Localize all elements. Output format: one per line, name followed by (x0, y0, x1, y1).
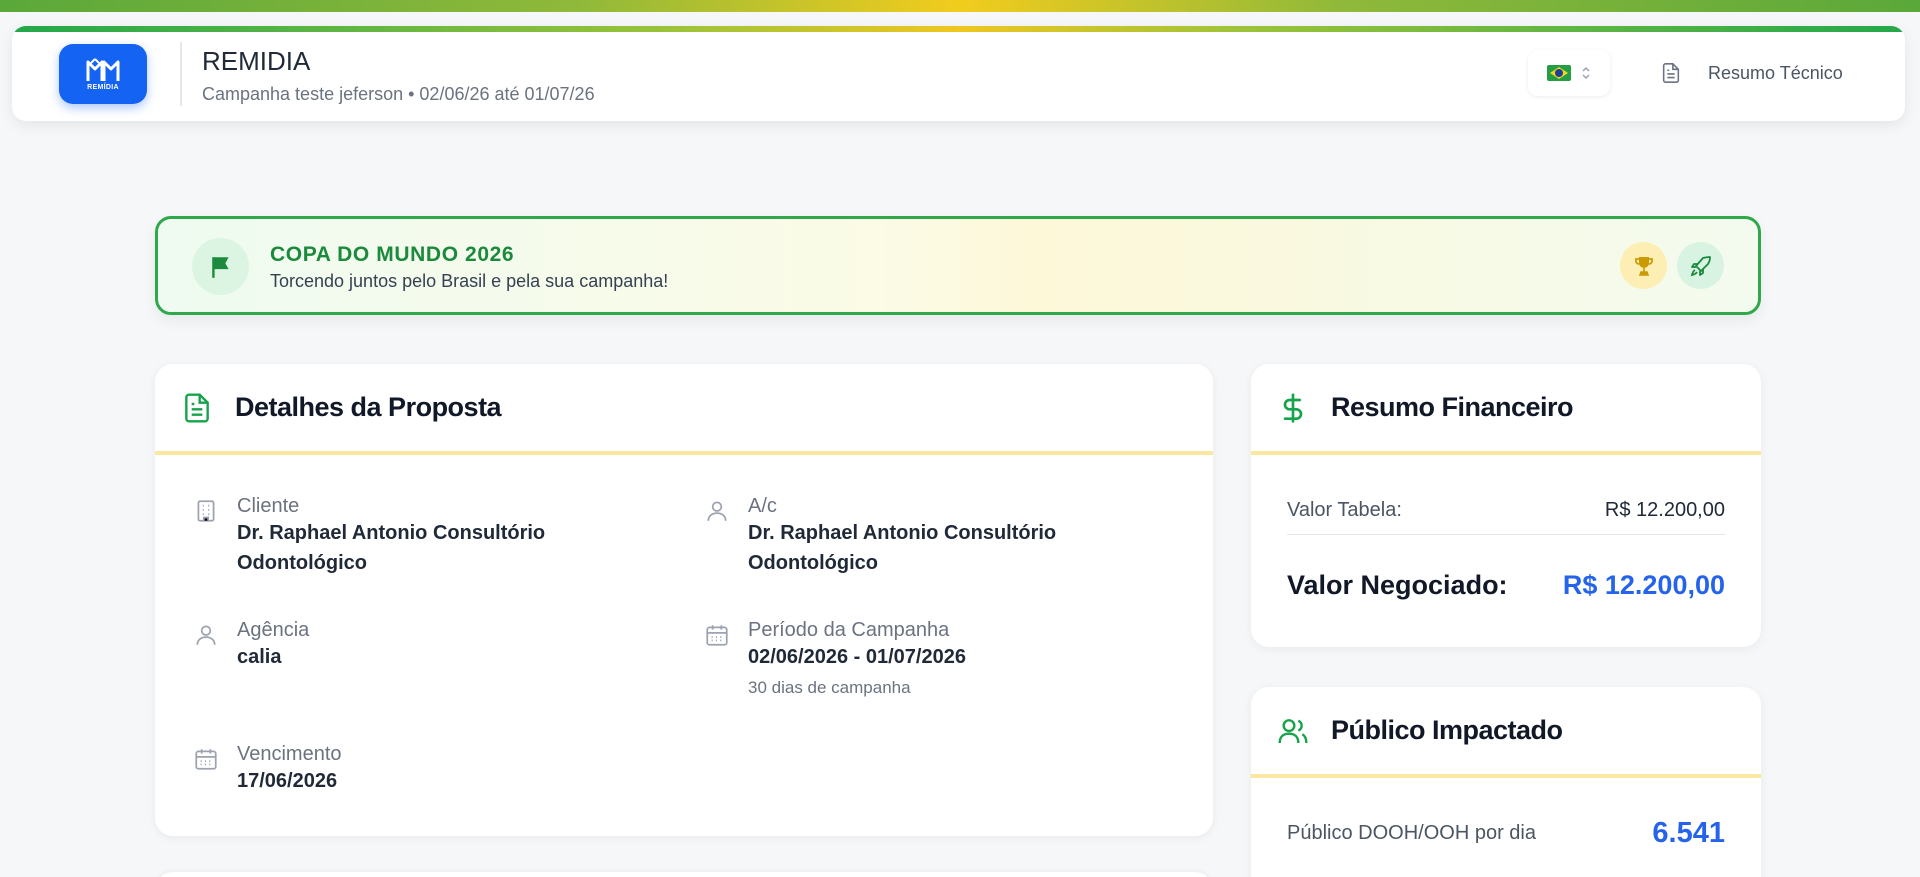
dooh-value: 6.541 (1652, 817, 1725, 849)
vencimento-label: Vencimento (237, 743, 342, 765)
valor-negociado-label: Valor Negociado: (1287, 570, 1508, 600)
dooh-row: Público DOOH/OOH por dia 6.541 (1287, 817, 1725, 850)
ac-value-line1: Dr. Raphael Antonio Consultório (748, 522, 1057, 544)
agencia-label: Agência (237, 619, 310, 641)
financial-title: Resumo Financeiro (1331, 392, 1574, 422)
logo-arrows-icon (86, 58, 120, 81)
audience-card: Público Impactado Público DOOH/OOH por d… (1251, 687, 1761, 877)
periodo-label: Período da Campanha (748, 619, 950, 641)
logo-text: REMÍDIA (87, 84, 119, 91)
rocket-icon (1690, 255, 1711, 276)
field-agencia: Agência calia (193, 618, 309, 672)
building-icon (197, 500, 215, 522)
language-select[interactable] (1528, 50, 1610, 96)
chevron-up-down-icon (1582, 66, 1590, 80)
page-title: REMIDIA (202, 46, 311, 76)
field-ac: A/c Dr. Raphael Antonio Consultório Odon… (704, 494, 1056, 578)
flag-icon (211, 256, 229, 278)
app-header: REMÍDIA REMIDIA Campanha teste jeferson … (12, 26, 1905, 121)
details-title: Detalhes da Proposta (235, 392, 502, 422)
cliente-label: Cliente (237, 495, 300, 517)
app-logo[interactable]: REMÍDIA (59, 44, 147, 104)
valor-negociado-value: R$ 12.200,00 (1562, 570, 1725, 600)
field-periodo: Período da Campanha 02/06/2026 - 01/07/2… (704, 618, 966, 698)
cliente-value-line2: Odontológico (237, 552, 367, 574)
copa-banner: COPA DO MUNDO 2026 Torcendo juntos pelo … (155, 216, 1761, 315)
field-vencimento: Vencimento 17/06/2026 (193, 742, 342, 796)
agencia-value: calia (237, 646, 282, 668)
banner-subtitle: Torcendo juntos pelo Brasil e pela sua c… (270, 271, 669, 291)
vencimento-value: 17/06/2026 (237, 770, 338, 792)
calendar-icon (195, 749, 217, 770)
next-card-edge (155, 872, 1213, 877)
resumo-tecnico-button[interactable]: Resumo Técnico (1642, 48, 1882, 98)
user-icon (707, 501, 727, 521)
ac-label: A/c (748, 495, 777, 517)
ac-value-line2: Odontológico (748, 552, 878, 574)
valor-tabela-value: R$ 12.200,00 (1604, 499, 1725, 521)
calendar-icon (706, 625, 728, 646)
user-icon (196, 625, 216, 645)
document-text-icon (185, 392, 209, 423)
valor-tabela-label: Valor Tabela: (1287, 499, 1402, 521)
flag-icon-wrap (192, 238, 249, 295)
dollar-icon (1283, 392, 1303, 423)
financial-summary-card: Resumo Financeiro Valor Tabela: R$ 12.20… (1251, 364, 1761, 647)
financial-card-header: Resumo Financeiro (1251, 364, 1761, 455)
details-card-header: Detalhes da Proposta (155, 364, 1213, 455)
audience-title: Público Impactado (1331, 715, 1563, 745)
proposal-details-card: Detalhes da Proposta Cliente Dr. Raphael… (155, 364, 1213, 836)
field-cliente: Cliente Dr. Raphael Antonio Consultório … (193, 494, 545, 578)
top-gradient-stripe (0, 0, 1920, 12)
valor-negociado-row: Valor Negociado: R$ 12.200,00 (1287, 570, 1725, 601)
users-icon (1278, 718, 1308, 743)
resumo-tecnico-label: Resumo Técnico (1708, 62, 1843, 83)
rocket-badge (1677, 242, 1724, 289)
trophy-icon (1634, 256, 1653, 276)
trophy-badge (1620, 242, 1667, 289)
periodo-value: 02/06/2026 - 01/07/2026 (748, 646, 966, 668)
valor-tabela-row: Valor Tabela: R$ 12.200,00 (1287, 495, 1725, 535)
header-divider (180, 42, 182, 106)
document-icon (1662, 63, 1680, 83)
campaign-subtitle: Campanha teste jeferson • 02/06/26 até 0… (202, 84, 595, 104)
periodo-note: 30 dias de campanha (748, 678, 911, 697)
banner-title: COPA DO MUNDO 2026 (270, 243, 515, 266)
brazil-flag-icon (1547, 65, 1571, 81)
cliente-value-line1: Dr. Raphael Antonio Consultório (237, 522, 546, 544)
audience-card-header: Público Impactado (1251, 687, 1761, 778)
dooh-label: Público DOOH/OOH por dia (1287, 822, 1536, 844)
